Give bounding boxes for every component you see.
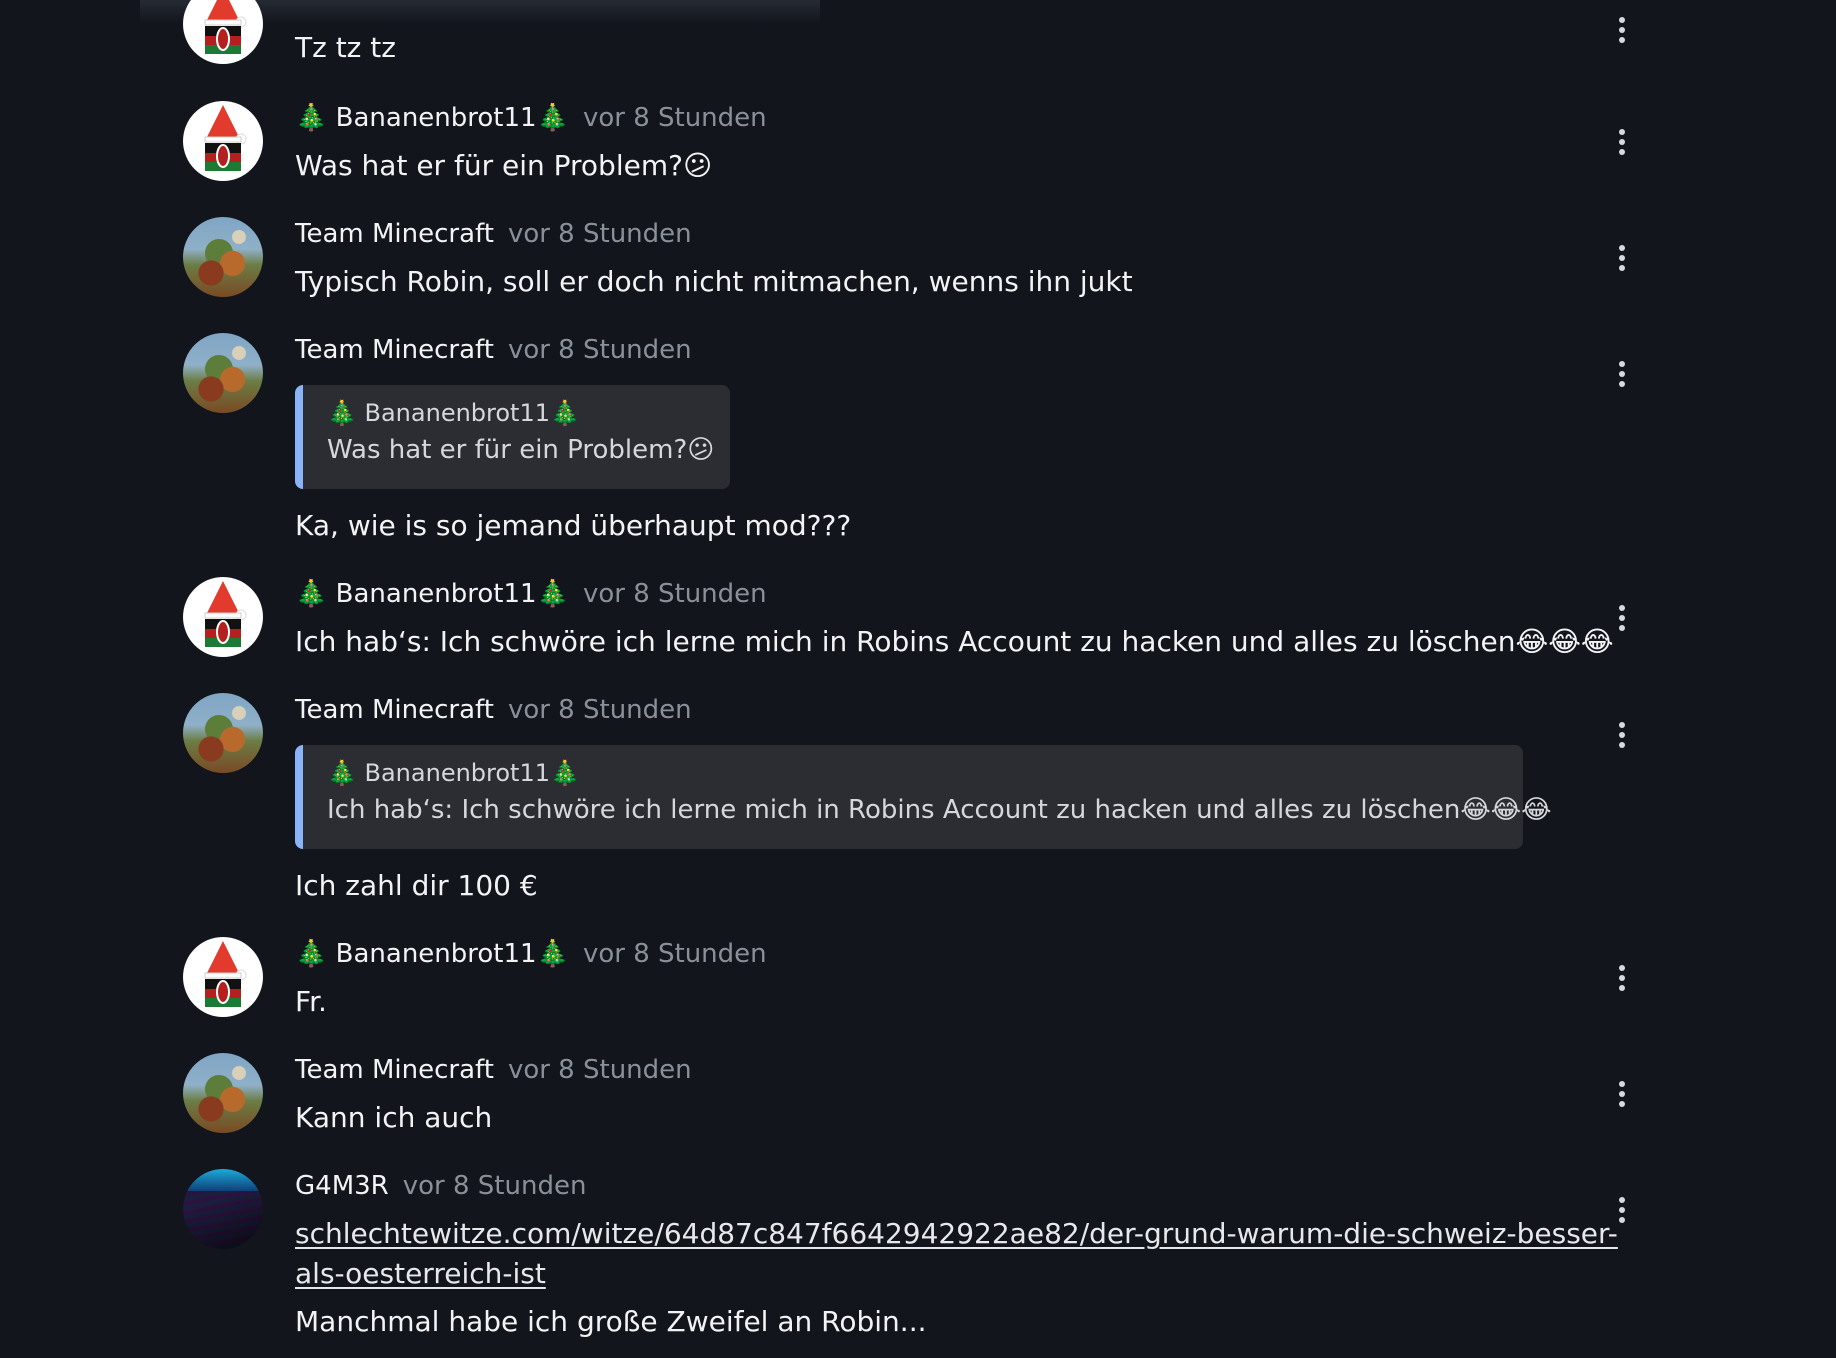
author-name[interactable]: Team Minecraft <box>295 1055 494 1085</box>
message-header: Team Minecraft vor 8 Stunden <box>295 333 692 367</box>
quote-author: 🎄 Bananenbrot11🎄 <box>327 399 580 427</box>
message-menu-button[interactable] <box>1612 715 1632 755</box>
menu-dot <box>1619 615 1625 621</box>
message-text: Ich hab‘s: Ich schwöre ich lerne mich in… <box>295 625 1516 658</box>
more-vertical-icon <box>1619 245 1625 251</box>
reply-quote[interactable]: 🎄 Bananenbrot11🎄 Was hat er für ein Prob… <box>295 385 730 489</box>
timestamp: vor 8 Stunden <box>507 335 692 365</box>
message-menu-button[interactable] <box>1612 122 1632 162</box>
more-vertical-icon <box>1619 965 1625 971</box>
menu-dot <box>1619 1091 1625 1097</box>
message-link[interactable]: schlechtewitze.com/witze/64d87c847f66429… <box>295 1214 1618 1254</box>
timestamp: vor 8 Stunden <box>507 219 692 249</box>
author-name[interactable]: Team Minecraft <box>295 219 494 249</box>
author-name[interactable]: 🎄 Bananenbrot11🎄 <box>295 579 569 609</box>
more-vertical-icon <box>1619 1197 1625 1203</box>
avatar[interactable] <box>183 101 263 181</box>
menu-dot <box>1619 27 1625 33</box>
emoji: 😕 <box>687 435 715 465</box>
timestamp: vor 8 Stunden <box>507 695 692 725</box>
emoji: 😕 <box>682 149 713 182</box>
menu-dot <box>1619 371 1625 377</box>
menu-dot <box>1619 37 1625 43</box>
message-text: Tz tz tz <box>295 31 396 64</box>
menu-dot <box>1619 625 1625 631</box>
message-menu-button[interactable] <box>1612 1190 1632 1230</box>
menu-dot <box>1619 742 1625 748</box>
menu-dot <box>1619 1217 1625 1223</box>
avatar[interactable] <box>183 693 263 773</box>
message-menu-button[interactable] <box>1612 958 1632 998</box>
author-name[interactable]: G4M3R <box>295 1171 389 1201</box>
message-header: 🎄 Bananenbrot11🎄 vor 8 Stunden <box>295 101 767 135</box>
message-header: Team Minecraft vor 8 Stunden <box>295 1053 692 1087</box>
timestamp: vor 8 Stunden <box>582 579 767 609</box>
quote-text: Ich hab‘s: Ich schwöre ich lerne mich in… <box>327 795 1461 825</box>
message-text: Kann ich auch <box>295 1101 493 1134</box>
menu-dot <box>1619 139 1625 145</box>
timestamp: vor 8 Stunden <box>402 1171 587 1201</box>
more-vertical-icon <box>1619 722 1625 728</box>
more-vertical-icon <box>1619 129 1625 135</box>
author-name[interactable]: 🎄 Bananenbrot11🎄 <box>295 939 569 969</box>
message-header: 🎄 Bananenbrot11🎄 vor 8 Stunden <box>295 937 767 971</box>
message-text: Ka, wie is so jemand überhaupt mod??? <box>295 509 852 542</box>
message-text: Was hat er für ein Problem? <box>295 149 683 182</box>
avatar[interactable] <box>183 937 263 1017</box>
reply-quote[interactable]: 🎄 Bananenbrot11🎄 Ich hab‘s: Ich schwöre … <box>295 745 1551 849</box>
more-vertical-icon <box>1619 1081 1625 1087</box>
avatar[interactable] <box>183 217 263 297</box>
menu-dot <box>1619 255 1625 261</box>
message-menu-button[interactable] <box>1612 10 1632 50</box>
menu-dot <box>1619 732 1625 738</box>
message-menu-button[interactable] <box>1612 354 1632 394</box>
message-body: Ich hab‘s: Ich schwöre ich lerne mich in… <box>295 622 1614 662</box>
message-header: Team Minecraft vor 8 Stunden <box>295 217 692 251</box>
more-vertical-icon <box>1619 17 1625 23</box>
more-vertical-icon <box>1619 361 1625 367</box>
message-header: G4M3R vor 8 Stunden <box>295 1169 586 1203</box>
timestamp: vor 8 Stunden <box>507 1055 692 1085</box>
quote-body: Was hat er für ein Problem?😕 <box>327 435 714 465</box>
message-link-continued[interactable]: als-oesterreich-ist <box>295 1254 546 1294</box>
avatar[interactable] <box>183 0 263 64</box>
author-name[interactable]: Team Minecraft <box>295 335 494 365</box>
menu-dot <box>1619 1101 1625 1107</box>
message-text: Typisch Robin, soll er doch nicht mitmac… <box>295 265 1133 298</box>
author-name[interactable]: 🎄 Bananenbrot11🎄 <box>295 103 569 133</box>
author-name[interactable]: Team Minecraft <box>295 695 494 725</box>
message-menu-button[interactable] <box>1612 598 1632 638</box>
emoji: 😂😂😂 <box>1460 795 1552 825</box>
emoji: 😂😂😂 <box>1515 625 1614 658</box>
avatar[interactable] <box>183 1053 263 1133</box>
menu-dot <box>1619 381 1625 387</box>
message-header: Team Minecraft vor 8 Stunden <box>295 693 692 727</box>
message-menu-button[interactable] <box>1612 1074 1632 1114</box>
timestamp: vor 8 Stunden <box>582 103 767 133</box>
message-header: 🎄 Bananenbrot11🎄 vor 8 Stunden <box>295 577 767 611</box>
message-menu-button[interactable] <box>1612 238 1632 278</box>
more-vertical-icon <box>1619 605 1625 611</box>
avatar[interactable] <box>183 1169 263 1249</box>
menu-dot <box>1619 265 1625 271</box>
message-text: Ich zahl dir 100 € <box>295 869 538 902</box>
message-body: Was hat er für ein Problem?😕 <box>295 146 712 186</box>
quote-author: 🎄 Bananenbrot11🎄 <box>327 759 580 787</box>
timestamp: vor 8 Stunden <box>582 939 767 969</box>
message-text: Manchmal habe ich große Zweifel an Robin… <box>295 1305 927 1338</box>
quote-text: Was hat er für ein Problem? <box>327 435 688 465</box>
menu-dot <box>1619 149 1625 155</box>
menu-dot <box>1619 975 1625 981</box>
menu-dot <box>1619 1207 1625 1213</box>
quote-body: Ich hab‘s: Ich schwöre ich lerne mich in… <box>327 795 1551 825</box>
message-text: Fr. <box>295 985 327 1018</box>
avatar[interactable] <box>183 333 263 413</box>
avatar[interactable] <box>183 577 263 657</box>
menu-dot <box>1619 985 1625 991</box>
